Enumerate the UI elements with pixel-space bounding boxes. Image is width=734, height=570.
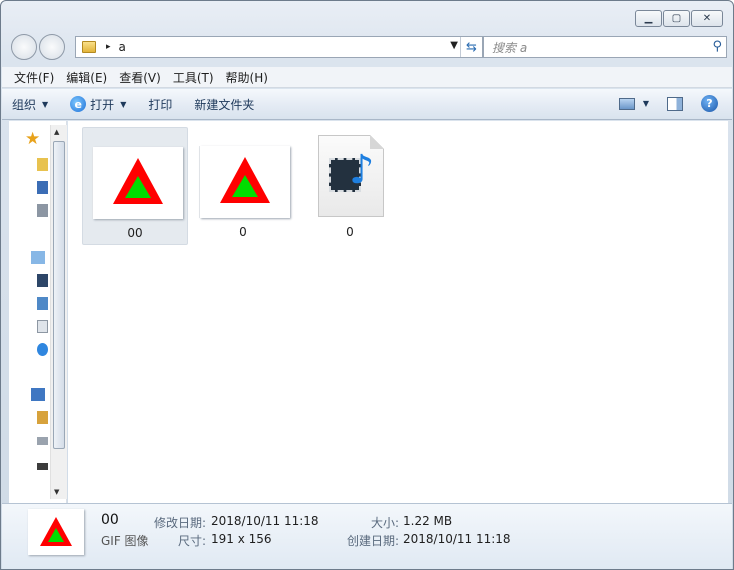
details-file-type: GIF 图像 <box>101 534 149 548</box>
details-file-name: 00 <box>101 512 119 528</box>
view-controls: ▼ ? <box>618 95 718 112</box>
organize-label: 组织 <box>12 97 37 112</box>
file-item[interactable]: 00 <box>82 127 188 245</box>
folder-icon <box>82 41 96 53</box>
address-bar[interactable]: ▸ a ▼ ⇆ <box>75 36 483 58</box>
menu-tools[interactable]: 工具(T) <box>167 69 220 86</box>
pictures-icon[interactable] <box>37 297 48 310</box>
new-folder-button[interactable]: 新建文件夹 <box>194 96 254 113</box>
desktop-icon[interactable] <box>37 181 48 194</box>
file-name: 0 <box>239 225 247 239</box>
forward-button[interactable] <box>39 34 65 60</box>
address-dropdown-icon[interactable]: ▼ <box>450 40 458 51</box>
documents-icon[interactable] <box>37 320 48 333</box>
refresh-icon[interactable]: ⇆ <box>460 37 482 57</box>
details-thumbnail <box>28 509 84 555</box>
libraries-icon[interactable] <box>31 251 45 264</box>
caption-buttons: ▁ ▢ ✕ <box>635 10 723 27</box>
created-label: 创建日期: <box>347 534 400 548</box>
open-label: 打开 <box>90 97 115 112</box>
video-file-icon: ♪ <box>318 135 384 217</box>
system-drive-icon[interactable] <box>37 411 48 424</box>
file-item[interactable]: ♪ 0 <box>297 127 403 245</box>
maximize-button[interactable]: ▢ <box>663 10 690 27</box>
print-label: 打印 <box>148 97 173 112</box>
navigation-pane: ★ ▲ ▼ <box>9 121 67 503</box>
search-placeholder: 搜索 a <box>492 40 528 55</box>
breadcrumb-separator-icon[interactable]: ▸ <box>106 42 111 52</box>
green-triangle <box>232 175 258 197</box>
created-value: 2018/10/11 11:18 <box>403 532 511 546</box>
file-item[interactable]: 0 <box>190 127 296 245</box>
search-input[interactable]: 搜索 a ⚲ <box>483 36 727 58</box>
open-button[interactable]: e 打开 ▼ <box>70 96 126 113</box>
music-icon[interactable] <box>37 343 48 356</box>
file-list: 00 0 ♪ 0 <box>68 121 728 503</box>
drive-icon[interactable] <box>37 437 48 445</box>
menu-help[interactable]: 帮助(H) <box>220 69 274 86</box>
green-triangle <box>125 176 151 198</box>
menu-edit[interactable]: 编辑(E) <box>60 69 113 86</box>
file-name: 0 <box>346 225 354 239</box>
modified-label: 修改日期: <box>154 516 207 530</box>
file-name: 00 <box>127 226 143 240</box>
gif-thumbnail <box>93 147 183 219</box>
preview-pane-icon[interactable] <box>667 96 683 111</box>
music-note-icon: ♪ <box>349 147 375 193</box>
menu-bar: 文件(F) 编辑(E) 查看(V) 工具(T) 帮助(H) <box>2 67 732 88</box>
scrollbar-thumb[interactable] <box>53 141 65 449</box>
videos-icon[interactable] <box>37 274 48 287</box>
print-button[interactable]: 打印 <box>148 96 172 113</box>
computer-icon[interactable] <box>31 388 45 401</box>
green-triangle <box>48 528 64 542</box>
change-view-button[interactable]: ▼ <box>618 97 649 110</box>
close-button[interactable]: ✕ <box>691 10 723 27</box>
modified-value: 2018/10/11 11:18 <box>211 514 319 528</box>
details-pane: 00 GIF 图像 修改日期: 2018/10/11 11:18 尺寸: 191… <box>2 503 732 569</box>
chevron-down-icon: ▼ <box>42 99 49 109</box>
navigation-scrollbar[interactable]: ▲ ▼ <box>50 125 67 499</box>
help-icon[interactable]: ? <box>701 95 718 112</box>
internet-explorer-icon: e <box>70 96 87 112</box>
command-bar: 组织 ▼ e 打开 ▼ 打印 新建文件夹 ▼ ? <box>2 89 732 120</box>
size-label: 大小: <box>371 516 400 530</box>
favorites-star-icon[interactable]: ★ <box>25 129 40 149</box>
menu-file[interactable]: 文件(F) <box>8 69 60 86</box>
menu-view[interactable]: 查看(V) <box>113 69 167 86</box>
dimensions-label: 尺寸: <box>178 534 207 548</box>
organize-button[interactable]: 组织 ▼ <box>12 96 48 113</box>
chevron-down-icon: ▼ <box>642 99 649 108</box>
navigation-row: ▸ a ▼ ⇆ 搜索 a ⚲ <box>9 34 727 60</box>
gif-thumbnail <box>200 146 290 218</box>
removable-drive-icon[interactable] <box>37 463 48 470</box>
breadcrumb-path[interactable]: a <box>119 40 126 54</box>
scroll-down-icon[interactable]: ▼ <box>54 488 59 496</box>
view-icon <box>618 97 635 110</box>
new-folder-label: 新建文件夹 <box>194 97 255 112</box>
explorer-window: ▁ ▢ ✕ ▸ a ▼ ⇆ 搜索 a ⚲ 文件(F) 编辑(E) 查看(V) 工… <box>0 0 734 570</box>
back-button[interactable] <box>11 34 37 60</box>
scroll-up-icon[interactable]: ▲ <box>54 128 59 136</box>
folder-icon[interactable] <box>37 158 48 171</box>
chevron-down-icon: ▼ <box>120 99 127 109</box>
recent-places-icon[interactable] <box>37 204 48 217</box>
minimize-button[interactable]: ▁ <box>635 10 662 27</box>
search-icon[interactable]: ⚲ <box>712 39 722 54</box>
size-value: 1.22 MB <box>403 514 453 528</box>
dimensions-value: 191 x 156 <box>211 532 272 546</box>
